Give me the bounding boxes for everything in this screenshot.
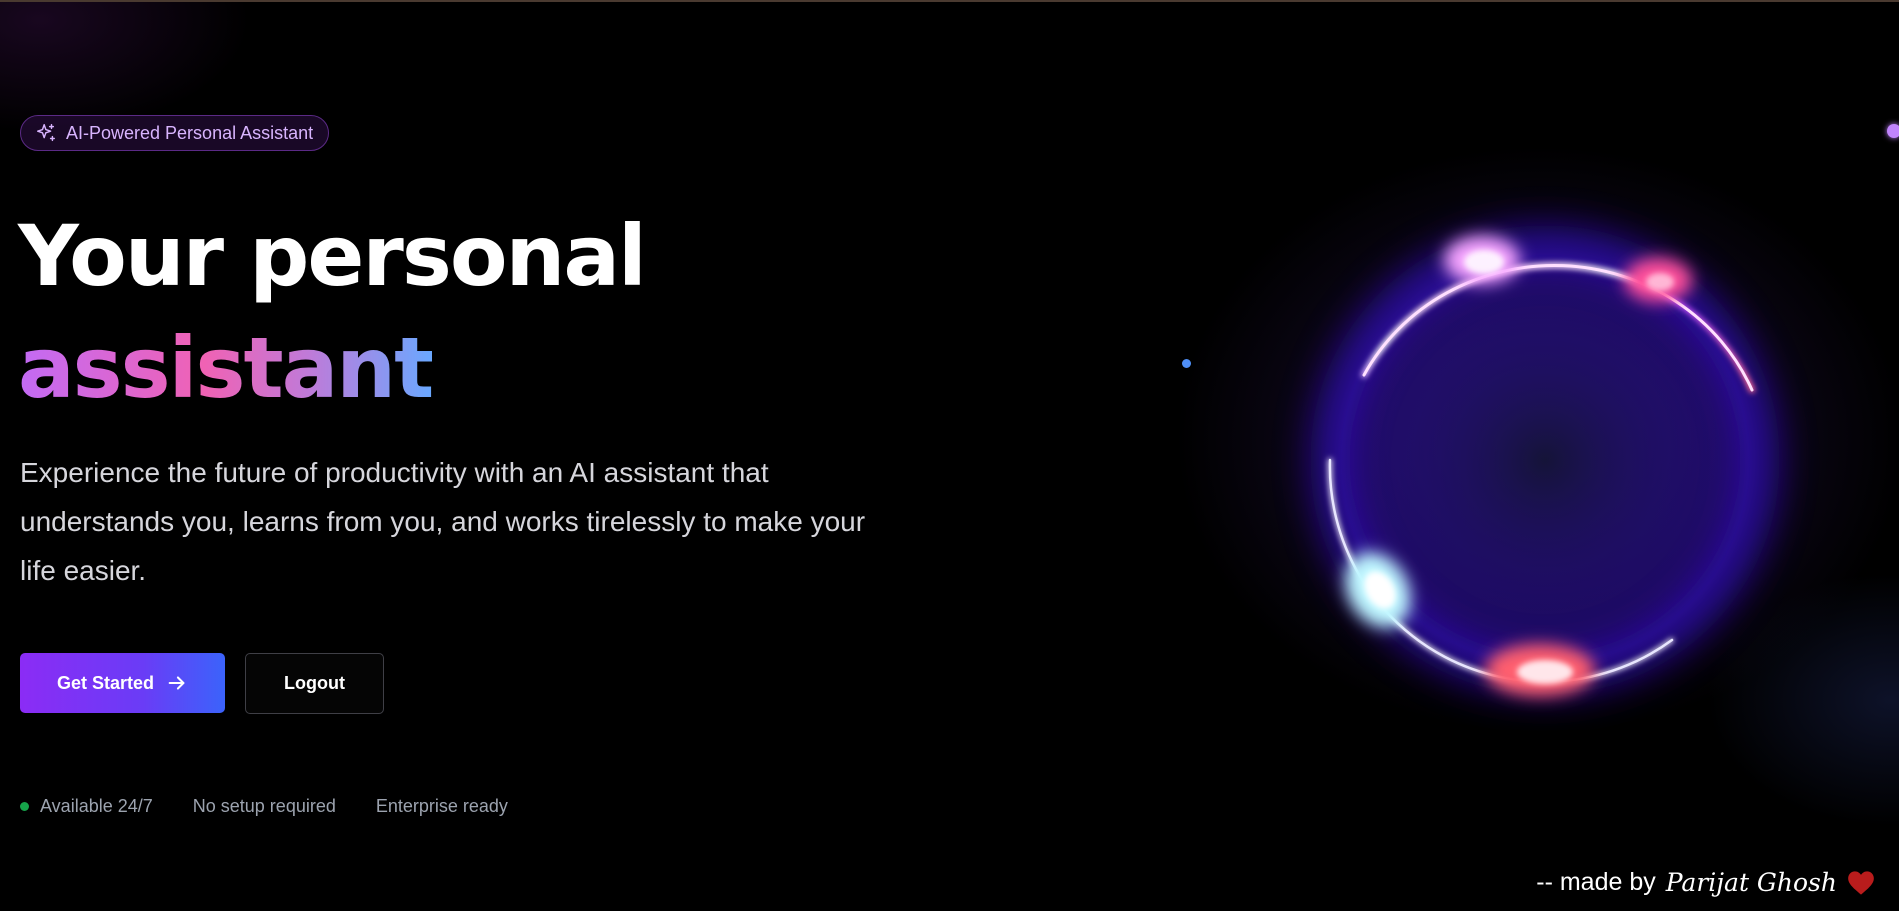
ai-badge: AI-Powered Personal Assistant — [20, 115, 330, 151]
hero-title-highlight: assistant — [18, 312, 434, 424]
hero-title-line1: Your personal — [18, 207, 647, 305]
get-started-label: Get Started — [56, 672, 155, 693]
feature-label: Available 24/7 — [40, 796, 153, 816]
heart-icon — [1847, 870, 1875, 896]
get-started-button[interactable]: Get Started — [20, 653, 225, 713]
feature-item-availability: Available 24/7 — [20, 796, 153, 817]
author-credit: -- made by Parijat Ghosh — [1536, 868, 1875, 897]
logout-button[interactable]: Logout — [245, 653, 384, 714]
feature-list: Available 24/7 No setup required Enterpr… — [20, 796, 548, 817]
glowing-orb-illustration — [1260, 170, 1820, 730]
hero-title: Your personal assistant — [18, 200, 647, 424]
window-top-border — [0, 0, 1899, 2]
feature-item-enterprise: Enterprise ready — [376, 796, 508, 817]
feature-label: Enterprise ready — [375, 796, 508, 816]
decorative-dot-purple — [1887, 124, 1899, 138]
status-dot-icon — [20, 802, 29, 811]
sparkles-icon — [35, 122, 57, 144]
hero-subtitle: Experience the future of productivity wi… — [20, 457, 866, 586]
credit-prefix: -- made by — [1536, 868, 1656, 896]
decorative-dot-blue — [1182, 359, 1191, 368]
feature-item-setup: No setup required — [193, 796, 336, 817]
arrow-right-icon — [166, 672, 188, 694]
landing-page: AI-Powered Personal Assistant Your perso… — [0, 0, 1899, 911]
credit-author: Parijat Ghosh — [1665, 868, 1837, 897]
ai-badge-label: AI-Powered Personal Assistant — [66, 122, 314, 143]
feature-label: No setup required — [192, 796, 336, 816]
